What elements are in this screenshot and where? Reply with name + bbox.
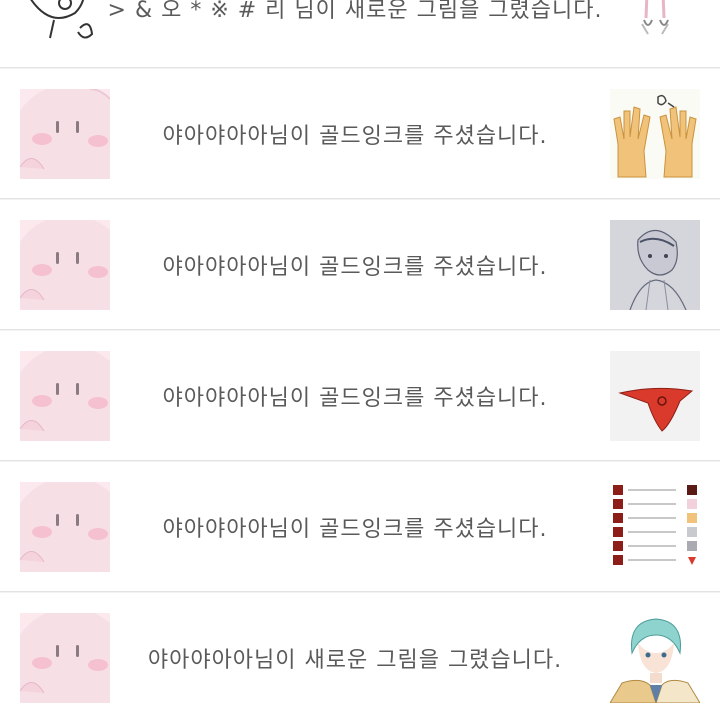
notification-list-thumbnail[interactable] xyxy=(610,482,700,572)
notification-message: 야아야아아님이 골드잉크를 주셨습니다. xyxy=(162,517,548,542)
notification-message: 야아야아아님이 골드잉크를 주셨습니다. xyxy=(162,386,548,411)
notification-item[interactable]: 야아야아아님이 골드잉크를 주셨습니다. xyxy=(0,200,720,330)
kirby-avatar-icon[interactable] xyxy=(20,89,110,179)
kirby-avatar-icon[interactable] xyxy=(20,613,110,703)
notification-message: 야아야아아님이 새로운 그림을 그렸습니다. xyxy=(147,648,563,673)
notification-list: > & 오 * ※ # 리 님이 새로운 그림을 그렸습니다. 야아야아아님이 xyxy=(0,0,720,720)
notification-message: 야아야아아님이 골드잉크를 주셨습니다. xyxy=(162,124,548,149)
kirby-avatar-icon[interactable] xyxy=(20,220,110,310)
hands-drawing-thumbnail[interactable] xyxy=(610,89,700,179)
kirby-avatar-icon[interactable] xyxy=(20,351,110,441)
red-cloth-thumbnail[interactable] xyxy=(610,351,700,441)
kirby-avatar-icon[interactable] xyxy=(20,482,110,572)
notification-item[interactable]: 야아야아아님이 골드잉크를 주셨습니다. xyxy=(0,462,720,592)
figure-sketch-thumbnail[interactable] xyxy=(610,0,700,48)
notification-message: > & 오 * ※ # 리 님이 새로운 그림을 그렸습니다. xyxy=(107,0,603,23)
notification-message: 야아야아아님이 골드잉크를 주셨습니다. xyxy=(162,255,548,280)
notification-item[interactable]: > & 오 * ※ # 리 님이 새로운 그림을 그렸습니다. xyxy=(0,0,720,68)
sketch-face-icon[interactable] xyxy=(20,0,110,48)
pencil-portrait-thumbnail[interactable] xyxy=(610,220,700,310)
notification-item[interactable]: 야아야아아님이 새로운 그림을 그렸습니다. xyxy=(0,593,720,720)
anime-character-thumbnail[interactable] xyxy=(610,613,700,703)
notification-item[interactable]: 야아야아아님이 골드잉크를 주셨습니다. xyxy=(0,331,720,461)
notification-item[interactable]: 야아야아아님이 골드잉크를 주셨습니다. xyxy=(0,69,720,199)
